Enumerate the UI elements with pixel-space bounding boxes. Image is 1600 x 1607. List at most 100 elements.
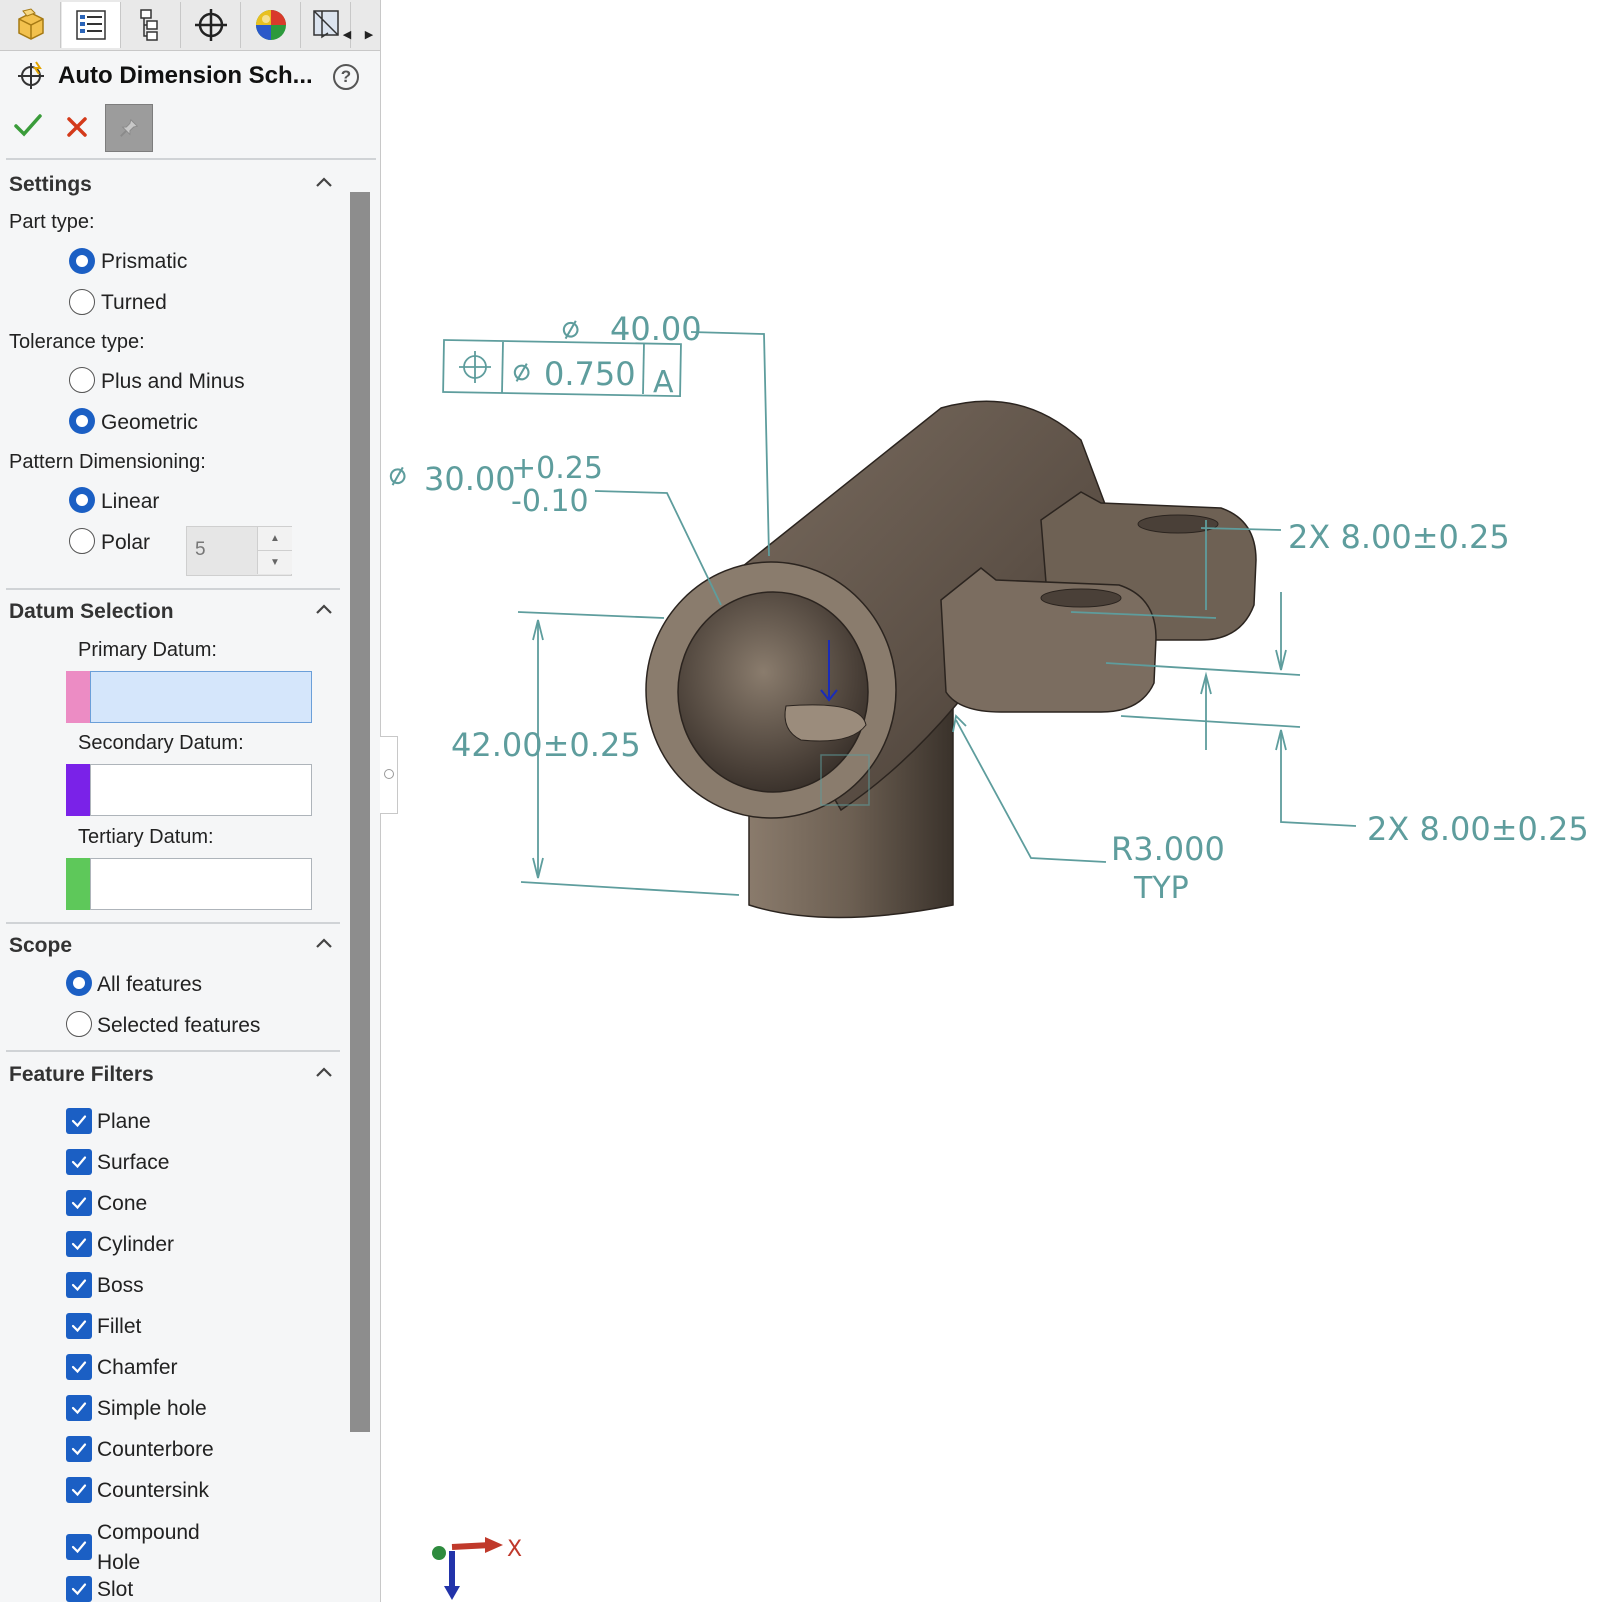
selected-features-option-label: Selected features — [97, 1014, 261, 1037]
tab-scroll-left-icon[interactable]: ◀ — [340, 24, 354, 44]
chevron-up-icon[interactable] — [313, 172, 335, 194]
checkmark-icon — [71, 1156, 87, 1169]
compound-hole-filter-label: Compound Hole — [97, 1521, 200, 1574]
chamfer-filter-label: Chamfer — [97, 1356, 178, 1379]
polar-radio[interactable] — [69, 528, 95, 554]
cancel-x-button[interactable] — [62, 110, 92, 142]
chevron-up-icon[interactable] — [313, 933, 335, 955]
feature-filters-group-title: Feature Filters — [9, 1063, 154, 1086]
checkmark-icon — [71, 1115, 87, 1128]
property-manager-title: Auto Dimension Sch... — [58, 62, 313, 89]
fillet-radius-dimension[interactable]: R3.000 — [1111, 830, 1225, 868]
secondary-datum-selection-box[interactable] — [90, 764, 312, 816]
chevron-up-icon[interactable] — [313, 1062, 335, 1084]
crosshair-icon — [195, 9, 227, 41]
diameter-30-upper-tolerance: +0.25 — [511, 451, 603, 486]
datum-selection-group-title: Datum Selection — [9, 600, 174, 623]
tertiary-datum-label: Tertiary Datum: — [78, 826, 214, 848]
manager-tabs: ◀ ▶ — [0, 0, 380, 51]
all-features-option-label: All features — [97, 973, 203, 996]
prismatic-radio[interactable] — [69, 248, 95, 274]
checkmark-icon — [71, 1279, 87, 1292]
selected-features-radio[interactable] — [66, 1011, 92, 1037]
part-icon — [18, 8, 44, 40]
display-manager-tab[interactable] — [242, 2, 301, 48]
spin-up-icon[interactable]: ▲ — [257, 527, 292, 551]
geometric-option-label: Geometric — [101, 411, 198, 434]
chevron-up-icon[interactable] — [313, 599, 335, 621]
cone-checkbox[interactable] — [66, 1190, 92, 1216]
countersink-checkbox[interactable] — [66, 1477, 92, 1503]
height-42-dimension[interactable]: 42.00±0.25 — [451, 726, 641, 764]
counterbore-checkbox[interactable] — [66, 1436, 92, 1462]
model-view: ⌀ 40.00 ⌀ 0.750 A ⌀ 30.00 +0.25 -0.10 42… — [384, 308, 1589, 1600]
prismatic-option-label: Prismatic — [101, 250, 188, 273]
checkmark-icon — [71, 1361, 87, 1374]
plus-and-minus-radio[interactable] — [69, 367, 95, 393]
graphics-viewport[interactable]: ⌀ 40.00 ⌀ 0.750 A ⌀ 30.00 +0.25 -0.10 42… — [381, 0, 1600, 1602]
position-tolerance-value[interactable]: 0.750 — [544, 355, 636, 393]
secondary-datum-label: Secondary Datum: — [78, 732, 244, 754]
cam-icon — [313, 10, 339, 39]
linear-radio[interactable] — [69, 487, 95, 513]
ok-checkmark-button[interactable] — [12, 110, 44, 142]
polar-count-spinner[interactable]: 5 ▲ ▼ — [186, 526, 292, 576]
fillet-radius-typ-note: TYP — [1133, 871, 1189, 906]
geometric-radio[interactable] — [69, 408, 95, 434]
pushpin-icon — [120, 118, 139, 137]
primary-datum-selection-box[interactable] — [90, 671, 312, 723]
settings-group-title: Settings — [9, 173, 92, 196]
diameter-40-dimension[interactable]: 40.00 — [610, 310, 702, 348]
tab-scroll-right-icon[interactable]: ▶ — [362, 24, 376, 44]
plane-checkbox[interactable] — [66, 1108, 92, 1134]
spin-down-icon[interactable]: ▼ — [257, 551, 292, 574]
tertiary-datum-selection-box[interactable] — [90, 858, 312, 910]
separator — [6, 588, 340, 590]
slot-filter-label: Slot — [97, 1578, 134, 1601]
polar-count-value: 5 — [195, 539, 206, 560]
linear-option-label: Linear — [101, 490, 160, 513]
feature-manager-tab[interactable] — [2, 2, 61, 48]
property-manager-tab[interactable] — [62, 2, 121, 48]
chamfer-checkbox[interactable] — [66, 1354, 92, 1380]
checkmark-icon — [71, 1197, 87, 1210]
part-type-label: Part type: — [9, 211, 95, 233]
ear-width-top-dimension[interactable]: 2X 8.00±0.25 — [1288, 518, 1510, 556]
checkmark-icon — [71, 1402, 87, 1415]
svg-text:⌀: ⌀ — [384, 455, 411, 493]
all-features-radio[interactable] — [66, 970, 92, 996]
dimxpert-manager-tab[interactable] — [182, 2, 241, 48]
polar-option-label: Polar — [101, 531, 151, 554]
tertiary-datum-color-swatch — [66, 858, 90, 910]
primary-datum-color-swatch — [66, 671, 90, 723]
turned-radio[interactable] — [69, 289, 95, 315]
panel-scrollbar[interactable] — [350, 192, 370, 1432]
surface-checkbox[interactable] — [66, 1149, 92, 1175]
configuration-manager-tab[interactable] — [122, 2, 181, 48]
pin-button[interactable] — [105, 104, 153, 152]
secondary-datum-color-swatch — [66, 764, 90, 816]
slot-checkbox[interactable] — [66, 1576, 92, 1602]
simple-hole-checkbox[interactable] — [66, 1395, 92, 1421]
ear-width-bottom-dimension[interactable]: 2X 8.00±0.25 — [1367, 810, 1589, 848]
triad-axis-indicator: X — [432, 1537, 522, 1600]
tolerance-type-label: Tolerance type: — [9, 331, 145, 353]
diameter-30-lower-tolerance: -0.10 — [511, 484, 589, 519]
property-manager-panel: ◀ ▶ Auto Dimension Sch... ? Settings Par… — [0, 0, 381, 1602]
turned-option-label: Turned — [101, 291, 167, 314]
pattern-dimensioning-label: Pattern Dimensioning: — [9, 451, 206, 473]
help-icon[interactable]: ? — [333, 64, 359, 90]
fillet-filter-label: Fillet — [97, 1315, 142, 1338]
property-list-icon — [76, 10, 106, 40]
checkmark-icon — [71, 1238, 87, 1251]
compound-hole-checkbox[interactable] — [66, 1534, 92, 1560]
fillet-checkbox[interactable] — [66, 1313, 92, 1339]
countersink-filter-label: Countersink — [97, 1479, 210, 1502]
x-axis-label: X — [507, 1537, 522, 1562]
checkmark-icon — [71, 1484, 87, 1497]
cylinder-checkbox[interactable] — [66, 1231, 92, 1257]
scope-group-title: Scope — [9, 934, 73, 957]
boss-checkbox[interactable] — [66, 1272, 92, 1298]
diameter-30-dimension[interactable]: 30.00 — [424, 460, 516, 498]
surface-filter-label: Surface — [97, 1151, 170, 1174]
